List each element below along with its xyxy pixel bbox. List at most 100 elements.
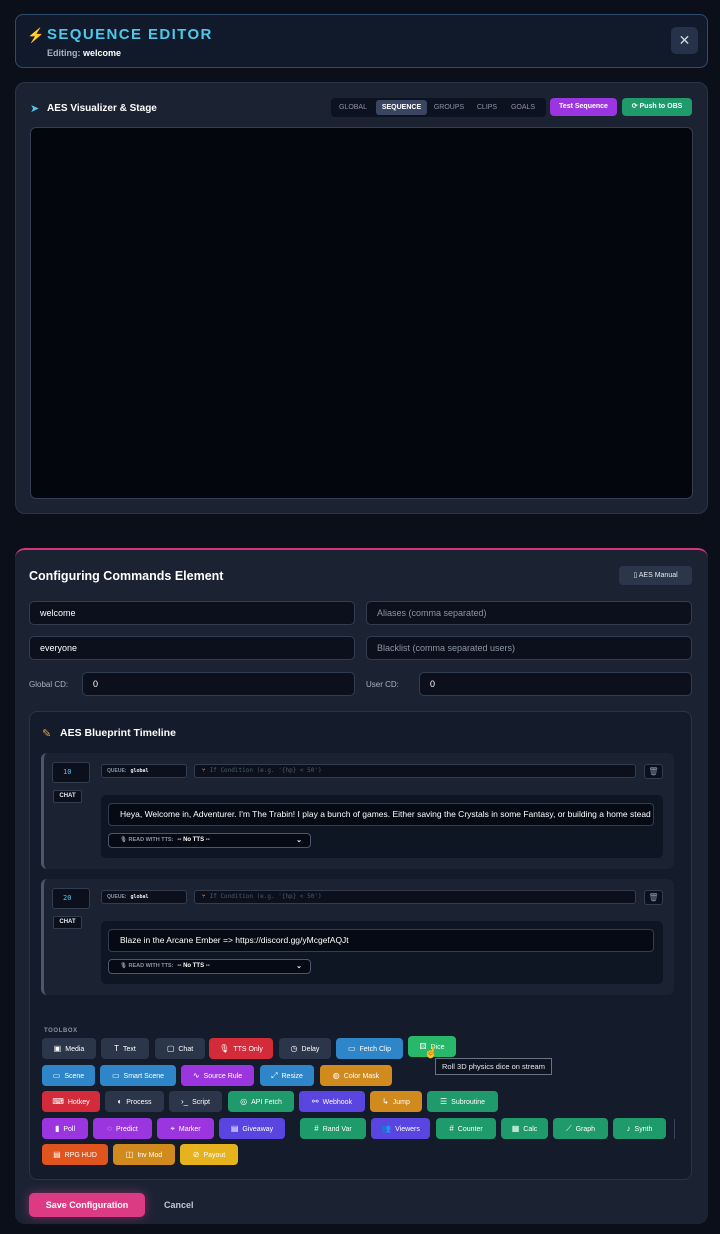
scene-tool-button[interactable]: ▭ Scene: [42, 1065, 95, 1086]
command-name-field[interactable]: welcome: [29, 601, 355, 625]
step-order-field[interactable]: 10: [52, 762, 90, 783]
gift-icon: ▤: [230, 1124, 239, 1133]
calc-tool-button[interactable]: ▦ Calc: [501, 1118, 548, 1139]
step-order-field[interactable]: 20: [52, 888, 90, 909]
close-button[interactable]: ✕: [671, 27, 698, 54]
delete-step-button[interactable]: 🗑: [644, 764, 663, 779]
tool-label: Counter: [457, 1126, 483, 1133]
color-mask-tool-button[interactable]: ◍ Color Mask: [320, 1065, 392, 1086]
coin-icon: ⊘: [192, 1150, 200, 1159]
graph-tool-button[interactable]: ⟋ Graph: [553, 1118, 608, 1139]
tts-only-tool-button[interactable]: 🎙 TTS Only: [209, 1038, 273, 1059]
stage-canvas[interactable]: [30, 127, 693, 499]
tool-label: Webhook: [322, 1099, 353, 1106]
hotkey-tool-button[interactable]: ⌨ Hotkey: [42, 1091, 100, 1112]
push-to-obs-button[interactable]: ⟳ Push to OBS: [622, 98, 692, 116]
tab-sequence[interactable]: SEQUENCE: [376, 100, 427, 115]
subroutine-tool-button[interactable]: ☰ Subroutine: [427, 1091, 498, 1112]
condition-field[interactable]: ⑂ If Condition (e.g. '{hp} < 50'): [194, 890, 636, 904]
payout-tool-button[interactable]: ⊘ Payout: [180, 1144, 238, 1165]
delete-step-button[interactable]: 🗑: [644, 890, 663, 905]
tool-label: Marker: [178, 1126, 201, 1133]
save-configuration-button[interactable]: Save Configuration: [29, 1193, 145, 1217]
condition-field[interactable]: ⑂ If Condition (e.g. '{hp} < 50'): [194, 764, 636, 778]
webhook-tool-button[interactable]: ⚯ Webhook: [299, 1091, 365, 1112]
visualizer-panel: ➤ AES Visualizer & Stage GLOBAL SEQUENCE…: [15, 82, 708, 514]
tts-label: READ WITH TTS:: [128, 963, 174, 969]
tool-label: Poll: [63, 1126, 76, 1133]
webhook-icon: ⚯: [311, 1097, 319, 1106]
inv-mod-tool-button[interactable]: ◫ Inv Mod: [113, 1144, 175, 1165]
config-title: Configuring Commands Element: [29, 569, 224, 583]
toggle-icon: ◐: [117, 1097, 123, 1106]
source-rule-tool-button[interactable]: ∿ Source Rule: [181, 1065, 254, 1086]
pulse-icon: ∿: [192, 1071, 200, 1080]
tab-groups[interactable]: GROUPS: [431, 100, 467, 115]
magic-wand-icon: ⚡: [27, 27, 45, 43]
tab-goals[interactable]: GOALS: [506, 100, 540, 115]
rand-var-tool-button[interactable]: # Rand Var: [300, 1118, 366, 1139]
queue-field[interactable]: QUEUE: global: [101, 890, 187, 904]
media-tool-button[interactable]: ▣ Media: [42, 1038, 96, 1059]
trash-icon: 🗑: [648, 767, 659, 776]
viewers-tool-button[interactable]: 👥 Viewers: [371, 1118, 430, 1139]
delay-tool-button[interactable]: ◷ Delay: [279, 1038, 331, 1059]
editing-label: Editing: welcome: [47, 48, 121, 58]
terminal-icon: ›_: [180, 1097, 189, 1106]
poll-tool-button[interactable]: ▮ Poll: [42, 1118, 88, 1139]
chat-message-field[interactable]: Heya, Welcome in, Adventurer. I'm The Tr…: [108, 803, 654, 826]
image-icon: ▣: [53, 1044, 62, 1053]
permission-field[interactable]: everyone: [29, 636, 355, 660]
fetch-clip-tool-button[interactable]: ▭ Fetch Clip: [336, 1038, 403, 1059]
resize-tool-button[interactable]: ⤢ Resize: [260, 1065, 314, 1086]
tool-label: Delay: [301, 1046, 320, 1053]
monitor-icon: ▭: [52, 1071, 61, 1080]
condition-placeholder: If Condition (e.g. '{hp} < 50'): [209, 767, 322, 774]
smart-scene-tool-button[interactable]: ▭ Smart Scene: [100, 1065, 176, 1086]
stage-tabs: GLOBAL SEQUENCE GROUPS CLIPS GOALS: [331, 98, 546, 117]
chat-icon: ▢: [166, 1044, 175, 1053]
giveaway-tool-button[interactable]: ▤ Giveaway: [219, 1118, 285, 1139]
process-tool-button[interactable]: ◐ Process: [105, 1091, 164, 1112]
script-tool-button[interactable]: ›_ Script: [169, 1091, 222, 1112]
tool-label: Source Rule: [203, 1073, 243, 1080]
global-cd-field[interactable]: 0: [82, 672, 355, 696]
queue-field[interactable]: QUEUE: global: [101, 764, 187, 778]
tab-clips[interactable]: CLIPS: [472, 100, 502, 115]
text-tool-button[interactable]: T Text: [101, 1038, 149, 1059]
tab-global[interactable]: GLOBAL: [335, 100, 371, 115]
step-type-badge: CHAT: [53, 916, 82, 929]
text-icon: T: [114, 1044, 120, 1053]
synth-tool-button[interactable]: ♪ Synth: [613, 1118, 666, 1139]
tool-label: Fetch Clip: [359, 1046, 392, 1053]
jump-tool-button[interactable]: ↳ Jump: [370, 1091, 422, 1112]
tool-label: Subroutine: [451, 1099, 486, 1106]
tool-label: Giveaway: [242, 1126, 274, 1133]
user-cd-field[interactable]: 0: [419, 672, 692, 696]
test-sequence-button[interactable]: Test Sequence: [550, 98, 617, 116]
blacklist-field[interactable]: Blacklist (comma separated users): [366, 636, 692, 660]
aliases-field[interactable]: Aliases (comma separated): [366, 601, 692, 625]
aes-manual-button[interactable]: ▯ AES Manual: [619, 566, 692, 585]
tts-select[interactable]: 🎙 READ WITH TTS: -- No TTS -- ⌄: [108, 833, 311, 848]
counter-tool-button[interactable]: # Counter: [436, 1118, 496, 1139]
queue-value: global: [130, 768, 149, 774]
chat-message-field[interactable]: Blaze in the Arcane Ember => https://dis…: [108, 929, 654, 952]
chat-tool-button[interactable]: ▢ Chat: [155, 1038, 205, 1059]
tool-label: TTS Only: [233, 1046, 263, 1053]
marker-icon: ⌖: [170, 1124, 175, 1133]
marker-tool-button[interactable]: ⌖ Marker: [157, 1118, 214, 1139]
jump-icon: ↳: [382, 1097, 389, 1106]
tool-label: Color Mask: [343, 1073, 380, 1080]
predict-tool-button[interactable]: ◌ Predict: [93, 1118, 152, 1139]
api-fetch-tool-button[interactable]: ◎ API Fetch: [228, 1091, 294, 1112]
tool-label: API Fetch: [251, 1099, 282, 1106]
tool-label: Inv Mod: [137, 1152, 163, 1159]
magic-wand-icon: ✎: [42, 728, 52, 740]
rpg-hud-tool-button[interactable]: ▤ RPG HUD: [42, 1144, 108, 1165]
calculator-icon: ▦: [511, 1124, 520, 1133]
cancel-button[interactable]: Cancel: [164, 1193, 194, 1217]
book-icon: ▯: [633, 572, 638, 579]
tool-label: Smart Scene: [123, 1073, 165, 1080]
tts-select[interactable]: 🎙 READ WITH TTS: -- No TTS -- ⌄: [108, 959, 311, 974]
